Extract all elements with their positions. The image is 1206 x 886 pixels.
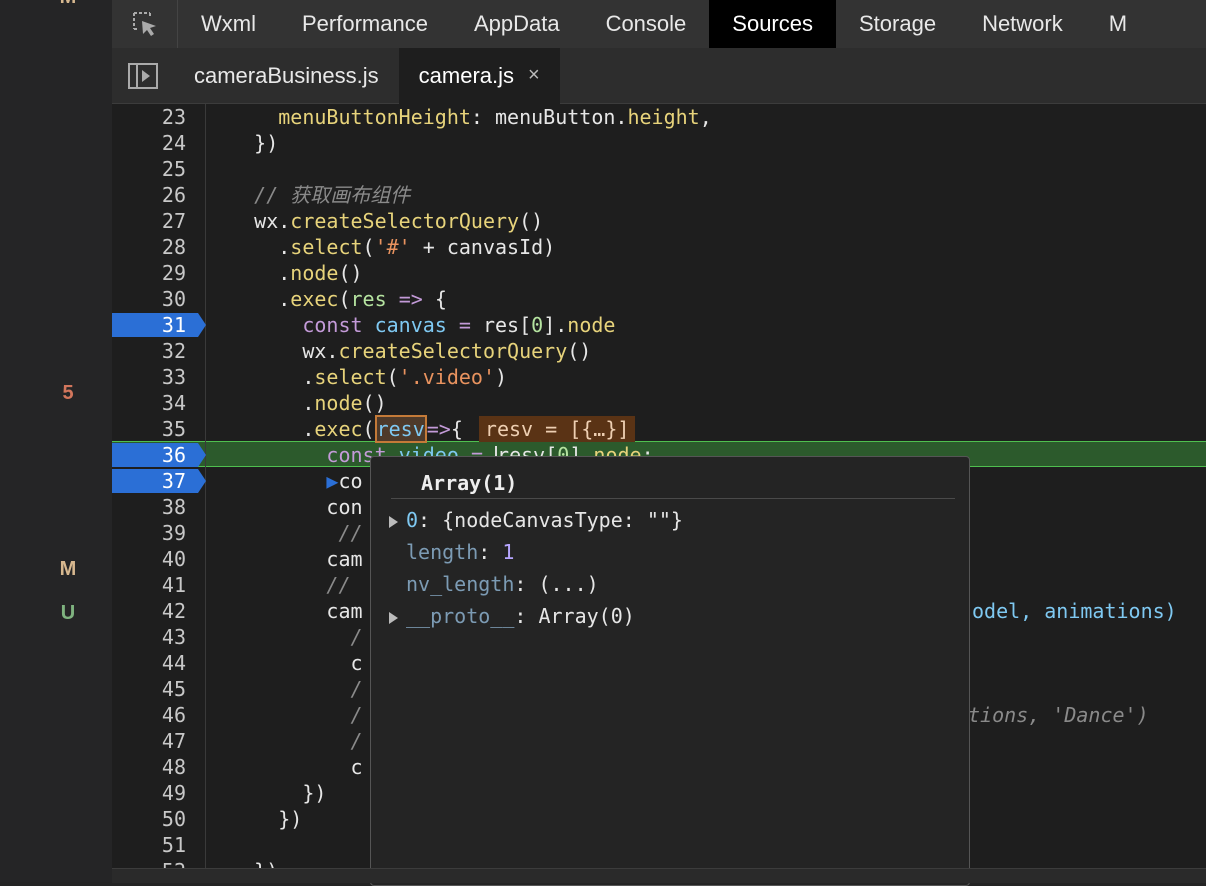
code-line: }) bbox=[206, 131, 279, 155]
variable-hover-popup[interactable]: Array(1) 0: {nodeCanvasType: ""} length:… bbox=[370, 456, 970, 886]
line-number[interactable]: 25 bbox=[112, 156, 200, 182]
tab-wxml[interactable]: Wxml bbox=[178, 0, 279, 48]
line-number[interactable]: 37 bbox=[112, 468, 200, 494]
git-status-untracked: U bbox=[60, 602, 76, 624]
tab-console[interactable]: Console bbox=[583, 0, 710, 48]
line-number[interactable]: 27 bbox=[112, 208, 200, 234]
line-number[interactable]: 46 bbox=[112, 702, 200, 728]
line-number[interactable]: 49 bbox=[112, 780, 200, 806]
line-number[interactable]: 33 bbox=[112, 364, 200, 390]
line-number[interactable]: 23 bbox=[112, 104, 200, 130]
line-number[interactable]: 47 bbox=[112, 728, 200, 754]
code-line: c bbox=[206, 651, 363, 675]
code-line: const canvas = res[0].node bbox=[302, 313, 616, 337]
code-line: / bbox=[206, 677, 363, 701]
line-number-gutter[interactable]: 23 24 25 26 27 28 29 30 31 32 33 34 35 36 37 38 39 40 41 42… bbox=[112, 104, 206, 882]
popup-title: Array(1) bbox=[421, 471, 518, 495]
editor-horizontal-scrollbar[interactable] bbox=[112, 868, 1206, 883]
code-line: .node() bbox=[206, 391, 387, 415]
line-number[interactable]: 30 bbox=[112, 286, 200, 312]
popup-divider bbox=[391, 498, 955, 499]
code-line: .exec(res => { bbox=[206, 287, 447, 311]
line-number[interactable]: 36 bbox=[112, 442, 200, 468]
line-number[interactable]: 34 bbox=[112, 390, 200, 416]
tab-performance[interactable]: Performance bbox=[279, 0, 451, 48]
code-line: .select('#' + canvasId) bbox=[206, 235, 556, 259]
close-icon[interactable]: × bbox=[528, 64, 540, 87]
tab-network[interactable]: Network bbox=[959, 0, 1086, 48]
file-tab-label: camera.js bbox=[418, 62, 514, 88]
code-line: }) bbox=[206, 807, 303, 831]
code-line: }) bbox=[206, 781, 327, 805]
line-number[interactable]: 29 bbox=[112, 260, 200, 286]
popup-property-row[interactable]: 0: {nodeCanvasType: ""} bbox=[389, 505, 683, 535]
line-number[interactable]: 42 bbox=[112, 598, 200, 624]
left-gutter: M 5 M U bbox=[0, 0, 112, 882]
inline-variable-value: resv = [{…}] bbox=[478, 416, 636, 442]
line-number[interactable]: 31 bbox=[112, 312, 200, 338]
line-number[interactable]: 26 bbox=[112, 182, 200, 208]
code-line: / bbox=[206, 703, 363, 727]
line-number[interactable]: 40 bbox=[112, 546, 200, 572]
popup-property-row[interactable]: __proto__: Array(0) bbox=[389, 601, 635, 631]
devtools-tab-bar: Wxml Performance AppData Console Sources… bbox=[112, 0, 1206, 48]
code-line: // bbox=[206, 573, 351, 597]
code-line: menuButtonHeight: menuButton.height, bbox=[278, 105, 712, 129]
code-line: c bbox=[206, 755, 363, 779]
code-line: .node() bbox=[206, 261, 363, 285]
line-number[interactable]: 28 bbox=[112, 234, 200, 260]
line-number[interactable]: 41 bbox=[112, 572, 200, 598]
code-line: // 获取画布组件 bbox=[206, 183, 411, 207]
tab-storage[interactable]: Storage bbox=[836, 0, 959, 48]
tab-appdata[interactable]: AppData bbox=[451, 0, 583, 48]
popup-property-row[interactable]: nv_length: (...) bbox=[389, 569, 599, 599]
code-line: / bbox=[206, 729, 363, 753]
git-status-modified: M bbox=[59, 558, 77, 580]
git-status-count: 5 bbox=[62, 382, 74, 404]
line-number[interactable]: 24 bbox=[112, 130, 200, 156]
line-number[interactable]: 43 bbox=[112, 624, 200, 650]
code-line: wx.createSelectorQuery() bbox=[206, 209, 544, 233]
line-number[interactable]: 38 bbox=[112, 494, 200, 520]
tab-more[interactable]: M bbox=[1086, 0, 1127, 48]
code-line: .select('.video') bbox=[206, 365, 508, 389]
git-status-modified: M bbox=[52, 0, 84, 9]
toggle-navigator-icon[interactable] bbox=[112, 48, 174, 104]
code-line: .exec(resv =>{resv = [{…}] bbox=[206, 415, 636, 443]
file-tab-bar: cameraBusiness.js camera.js × bbox=[112, 47, 1206, 104]
file-tab-camerabusiness[interactable]: cameraBusiness.js bbox=[174, 48, 399, 104]
code-line: wx.createSelectorQuery() bbox=[206, 339, 592, 363]
line-number[interactable]: 35 bbox=[112, 416, 200, 442]
line-number[interactable]: 50 bbox=[112, 806, 200, 832]
line-number[interactable]: 51 bbox=[112, 832, 200, 858]
inspect-element-icon[interactable] bbox=[112, 0, 178, 48]
file-tab-label: cameraBusiness.js bbox=[194, 62, 379, 88]
code-line: ▶co bbox=[326, 469, 363, 493]
file-tab-camera[interactable]: camera.js × bbox=[398, 47, 560, 104]
tab-sources[interactable]: Sources bbox=[709, 0, 836, 48]
line-number[interactable]: 44 bbox=[112, 650, 200, 676]
expand-triangle-icon[interactable] bbox=[389, 611, 398, 624]
line-number[interactable]: 39 bbox=[112, 520, 200, 546]
code-line: cam bbox=[206, 547, 363, 571]
expand-triangle-icon[interactable] bbox=[389, 515, 398, 528]
code-line: // bbox=[206, 521, 363, 545]
code-line: / bbox=[206, 625, 363, 649]
code-line: cam bbox=[206, 599, 363, 623]
line-number[interactable]: 32 bbox=[112, 338, 200, 364]
line-number[interactable]: 45 bbox=[112, 676, 200, 702]
code-line-fragment: tions, 'Dance') bbox=[968, 703, 1149, 727]
code-line: con bbox=[206, 495, 363, 519]
code-line-fragment: odel, animations) bbox=[972, 599, 1177, 623]
line-number[interactable]: 48 bbox=[112, 754, 200, 780]
popup-property-row: length: 1 bbox=[406, 540, 515, 564]
